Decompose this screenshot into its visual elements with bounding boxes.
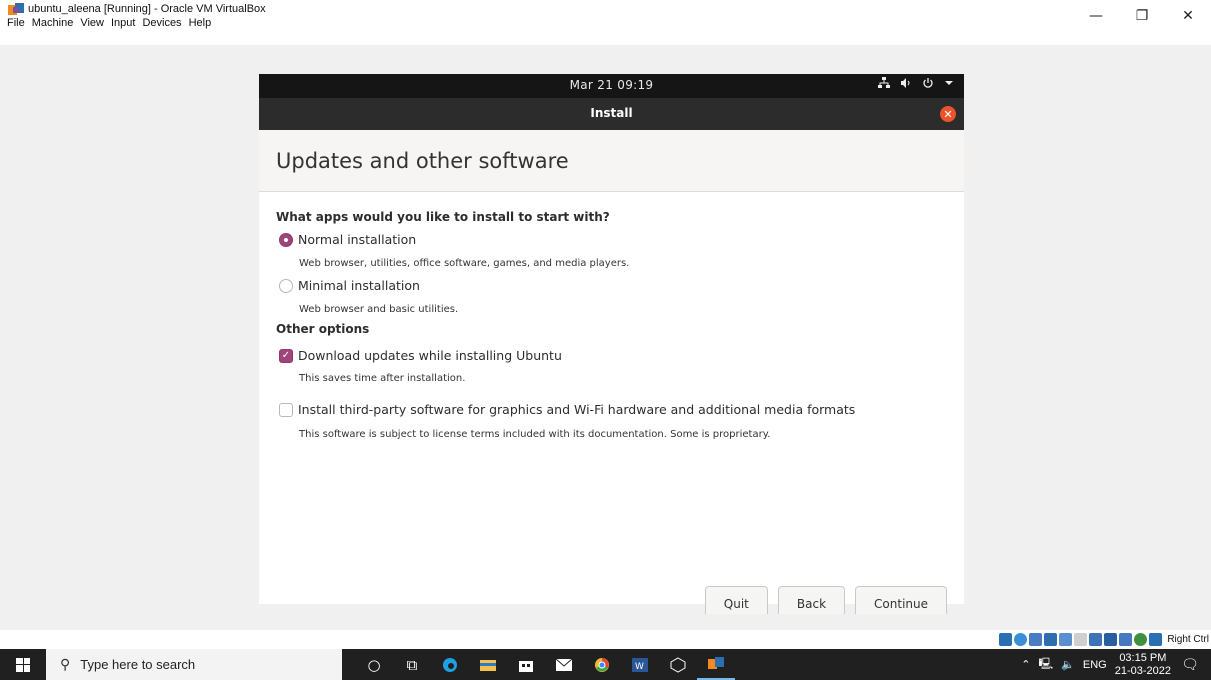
taskbar-search-box[interactable]: ⚲ Type here to search	[46, 649, 342, 680]
menu-machine[interactable]: Machine	[32, 16, 74, 31]
search-icon: ⚲	[60, 656, 71, 672]
mail-icon[interactable]	[545, 649, 583, 680]
cortana-icon[interactable]: ○	[355, 649, 393, 680]
quit-button[interactable]: Quit	[704, 586, 768, 614]
continue-button[interactable]: Continue	[855, 586, 947, 614]
virtualbox-app-icon[interactable]	[659, 649, 697, 680]
chevron-up-icon[interactable]: ⌃	[1021, 658, 1030, 671]
network-icon	[878, 77, 890, 89]
back-button[interactable]: Back	[777, 586, 846, 614]
normal-installation-desc: Web browser, utilities, office software,…	[299, 258, 630, 269]
edge-icon[interactable]	[431, 649, 469, 680]
topbar-clock[interactable]: Mar 21 09:19	[259, 78, 964, 92]
gnome-topbar: Mar 21 09:19	[259, 74, 964, 98]
chrome-icon[interactable]	[583, 649, 621, 680]
network-tray-icon[interactable]: 🖳	[1038, 655, 1053, 674]
virtualbox-running-icon[interactable]	[697, 649, 735, 680]
audio-icon[interactable]	[1029, 633, 1043, 646]
installer-title: Install	[590, 106, 633, 120]
speaker-icon[interactable]: 🔈	[1061, 658, 1075, 671]
normal-installation-label: Normal installation	[298, 232, 417, 247]
minimal-installation-desc: Web browser and basic utilities.	[299, 304, 459, 315]
guest-screen: Mar 21 09:19 Install ✕ Updates and other…	[259, 74, 964, 614]
checkbox-unchecked-icon	[279, 402, 293, 417]
language-indicator[interactable]: ENG	[1083, 659, 1107, 671]
close-window-button[interactable]: ✕	[1165, 0, 1211, 31]
cpu-icon[interactable]	[1119, 633, 1133, 646]
download-updates-desc: This saves time after installation.	[299, 373, 466, 384]
start-button[interactable]	[0, 649, 46, 680]
windows-logo-icon	[16, 657, 30, 672]
store-icon[interactable]	[507, 649, 545, 680]
minimal-installation-radio[interactable]: Minimal installation	[279, 278, 420, 293]
mouse-integration-icon[interactable]	[1134, 633, 1148, 646]
menu-file[interactable]: File	[7, 16, 25, 31]
radio-checked-icon	[279, 232, 293, 247]
third-party-label: Install third-party software for graphic…	[298, 402, 856, 417]
topbar-tray[interactable]	[878, 77, 954, 89]
checkbox-checked-icon: ✓	[279, 348, 293, 363]
windows-taskbar: ⚲ Type here to search ○ ⧉ W ⌃ 🖳 🔈 ENG 03…	[0, 649, 1211, 680]
search-placeholder: Type here to search	[80, 657, 196, 672]
network-adapter-icon[interactable]	[1044, 633, 1058, 646]
page-title: Updates and other software	[276, 149, 569, 173]
window-controls: — ❐ ✕	[1073, 0, 1211, 31]
installer-button-row: Quit Back Continue	[704, 586, 947, 614]
power-icon	[922, 77, 934, 89]
installer-header: Install ✕	[259, 98, 964, 130]
display-icon[interactable]	[1089, 633, 1103, 646]
installer-close-button[interactable]: ✕	[940, 106, 956, 122]
radio-unchecked-icon	[279, 278, 293, 293]
minimal-installation-label: Minimal installation	[298, 278, 420, 293]
section-apps-heading: What apps would you like to install to s…	[276, 210, 610, 224]
hard-disk-icon[interactable]	[999, 633, 1013, 646]
menu-devices[interactable]: Devices	[142, 16, 181, 31]
word-icon[interactable]: W	[621, 649, 659, 680]
page-title-bar: Updates and other software	[259, 130, 964, 192]
optical-drive-icon[interactable]	[1014, 633, 1028, 646]
taskbar-date: 21-03-2022	[1114, 664, 1171, 677]
notification-icon[interactable]: 🗨	[1179, 656, 1201, 673]
volume-icon	[900, 77, 912, 89]
svg-text:W: W	[635, 662, 644, 672]
system-tray: ⌃ 🖳 🔈 ENG 03:15 PM 21-03-2022 🗨	[1021, 649, 1211, 680]
chevron-down-icon	[944, 79, 954, 87]
recording-icon[interactable]	[1104, 633, 1118, 646]
menu-input[interactable]: Input	[111, 16, 135, 31]
host-menubar: File Machine View Input Devices Help	[0, 16, 211, 31]
taskbar-apps: ○ ⧉ W	[355, 649, 735, 680]
host-key-label: Right Ctrl	[1167, 634, 1209, 645]
host-window-title: ubuntu_aleena [Running] - Oracle VM Virt…	[28, 3, 266, 15]
taskbar-clock[interactable]: 03:15 PM 21-03-2022	[1115, 652, 1171, 678]
usb-icon[interactable]	[1059, 633, 1073, 646]
close-icon: ✕	[943, 107, 953, 121]
menu-help[interactable]: Help	[189, 16, 212, 31]
third-party-checkbox[interactable]: Install third-party software for graphic…	[279, 402, 855, 417]
minimize-button[interactable]: —	[1073, 0, 1119, 31]
shared-folder-icon[interactable]	[1074, 633, 1088, 646]
taskbar-time: 03:15 PM	[1119, 651, 1167, 664]
download-updates-checkbox[interactable]: ✓ Download updates while installing Ubun…	[279, 348, 562, 363]
menu-view[interactable]: View	[80, 16, 104, 31]
section-other-heading: Other options	[276, 322, 370, 336]
vbox-status-bar: Right Ctrl	[999, 631, 1211, 648]
third-party-desc: This software is subject to license term…	[299, 429, 771, 440]
download-updates-label: Download updates while installing Ubuntu	[298, 348, 562, 363]
file-explorer-icon[interactable]	[469, 649, 507, 680]
installer-content: What apps would you like to install to s…	[259, 192, 964, 614]
restore-button[interactable]: ❐	[1119, 0, 1165, 31]
keyboard-arrow-icon[interactable]	[1149, 633, 1163, 646]
normal-installation-radio[interactable]: Normal installation	[279, 232, 416, 247]
virtualbox-logo-icon	[8, 2, 24, 16]
task-view-icon[interactable]: ⧉	[393, 649, 431, 680]
